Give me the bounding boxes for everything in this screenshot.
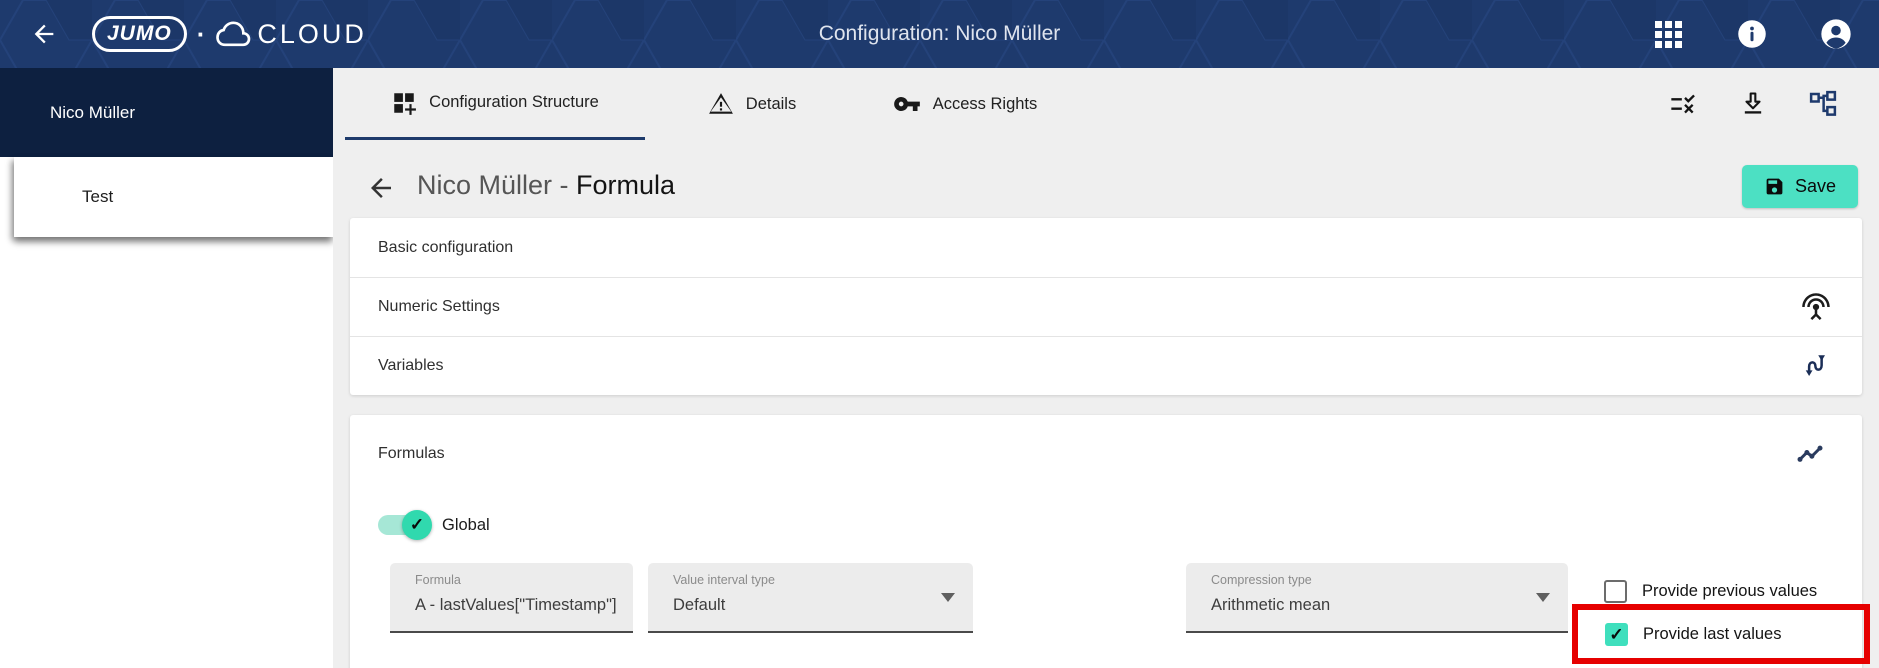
toggle-track: ✓ (378, 510, 432, 540)
tab-label: Configuration Structure (429, 93, 599, 111)
info-icon (1738, 20, 1766, 48)
download-button[interactable] (1737, 88, 1769, 120)
sidebar-item-nico-mueller[interactable]: Nico Müller (0, 68, 333, 157)
checkbox-unchecked-icon (1604, 580, 1627, 603)
sections-card: Basic configuration Numeric Settings Var… (350, 218, 1862, 395)
back-arrow-icon (371, 178, 391, 198)
save-button-label: Save (1794, 176, 1837, 196)
compression-type-select[interactable]: Compression type Arithmetic mean (1186, 563, 1568, 633)
save-button[interactable]: Save (1742, 165, 1858, 208)
cloud-text: CLOUD (257, 18, 367, 49)
page-back-button[interactable] (365, 172, 397, 204)
formulas-title: Formulas (378, 445, 445, 462)
info-button[interactable] (1735, 17, 1769, 51)
compression-type-label: Compression type (1211, 573, 1312, 587)
sidebar-item-test[interactable]: Test (14, 157, 333, 237)
value-interval-type-value: Default (673, 596, 726, 614)
formula-input[interactable]: Formula A - lastValues["Timestamp"] (390, 563, 633, 633)
sidebar: Nico Müller Test (0, 68, 333, 668)
formula-input-label: Formula (415, 573, 461, 587)
dropdown-caret-icon (1536, 593, 1550, 602)
page-title: Nico Müller - Formula (417, 170, 675, 201)
checkbox-label: Provide previous values (1642, 582, 1818, 600)
formulas-card: Formulas ✓ Global Formula A - lastValues… (350, 415, 1862, 668)
formula-input-value: A - lastValues["Timestamp"] (415, 596, 617, 614)
tab-details[interactable]: Details (677, 68, 827, 140)
checkbox-provide-previous-values[interactable]: Provide previous values (1604, 580, 1817, 603)
cloud-wordmark: CLOUD (215, 18, 367, 50)
page-title-prefix: Nico Müller - (417, 170, 577, 200)
main-content: Configuration Structure Details Access R… (333, 68, 1879, 668)
tab-label: Access Rights (932, 94, 1038, 113)
section-basic-configuration[interactable]: Basic configuration (350, 218, 1862, 277)
checkbox-provide-last-values[interactable]: ✓ Provide last values (1605, 623, 1782, 646)
apps-menu-button[interactable] (1651, 17, 1685, 51)
tab-bar: Configuration Structure Details Access R… (333, 68, 1879, 140)
back-arrow-icon (34, 24, 54, 44)
apps-grid-icon (1654, 20, 1682, 48)
checkbox-label: Provide last values (1643, 625, 1782, 643)
download-icon (1744, 92, 1762, 114)
tab-access-rights[interactable]: Access Rights (865, 68, 1065, 140)
header-back-button[interactable] (24, 14, 64, 54)
sidebar-subitem-label: Test (82, 187, 114, 206)
section-label: Numeric Settings (378, 298, 500, 315)
section-numeric-settings[interactable]: Numeric Settings (350, 277, 1862, 336)
section-variables[interactable]: Variables (350, 336, 1862, 395)
toggle-thumb-check-icon: ✓ (402, 510, 432, 540)
tab-configuration-structure[interactable]: Configuration Structure (345, 68, 645, 140)
section-label: Basic configuration (378, 238, 514, 256)
validate-rules-button[interactable] (1667, 88, 1699, 120)
schema-button[interactable] (1807, 88, 1839, 120)
sidebar-item-label: Nico Müller (50, 102, 136, 122)
header-actions (1651, 0, 1853, 68)
page-title-emphasis: Formula (576, 170, 676, 200)
jumo-logo-pill: JUMO (92, 16, 187, 52)
jumo-cloud-logo: JUMO · CLOUD (92, 16, 367, 52)
app-window: JUMO · CLOUD Configuration: Nico Müller … (0, 0, 1879, 668)
dropdown-caret-icon (941, 593, 955, 602)
page-heading-row: Nico Müller - Formula Save (333, 140, 1879, 218)
schema-icon (1809, 90, 1837, 116)
antenna-icon (1800, 291, 1832, 323)
cloud-icon (216, 21, 251, 47)
value-interval-type-select[interactable]: Value interval type Default (648, 563, 973, 633)
account-icon (1821, 19, 1851, 49)
tab-label: Details (745, 94, 797, 113)
swap-calls-icon (1800, 350, 1832, 382)
floppy-save-icon (1766, 178, 1783, 195)
app-header: JUMO · CLOUD Configuration: Nico Müller (0, 0, 1879, 68)
value-interval-type-label: Value interval type (673, 573, 775, 587)
global-toggle-label: Global (442, 515, 490, 534)
key-icon (893, 96, 920, 111)
compression-type-value: Arithmetic mean (1211, 596, 1331, 614)
checkbox-checked-icon: ✓ (1605, 623, 1628, 646)
section-label: Variables (378, 357, 444, 374)
account-button[interactable] (1819, 17, 1853, 51)
tab-toolbar (1667, 68, 1839, 140)
logo-separator: · (196, 18, 206, 49)
warning-triangle-icon (708, 93, 733, 114)
line-chart-icon (1794, 439, 1826, 471)
dashboard-customize-icon (394, 92, 417, 115)
rule-check-icon (1671, 94, 1695, 114)
global-toggle[interactable]: ✓ Global (378, 510, 490, 540)
